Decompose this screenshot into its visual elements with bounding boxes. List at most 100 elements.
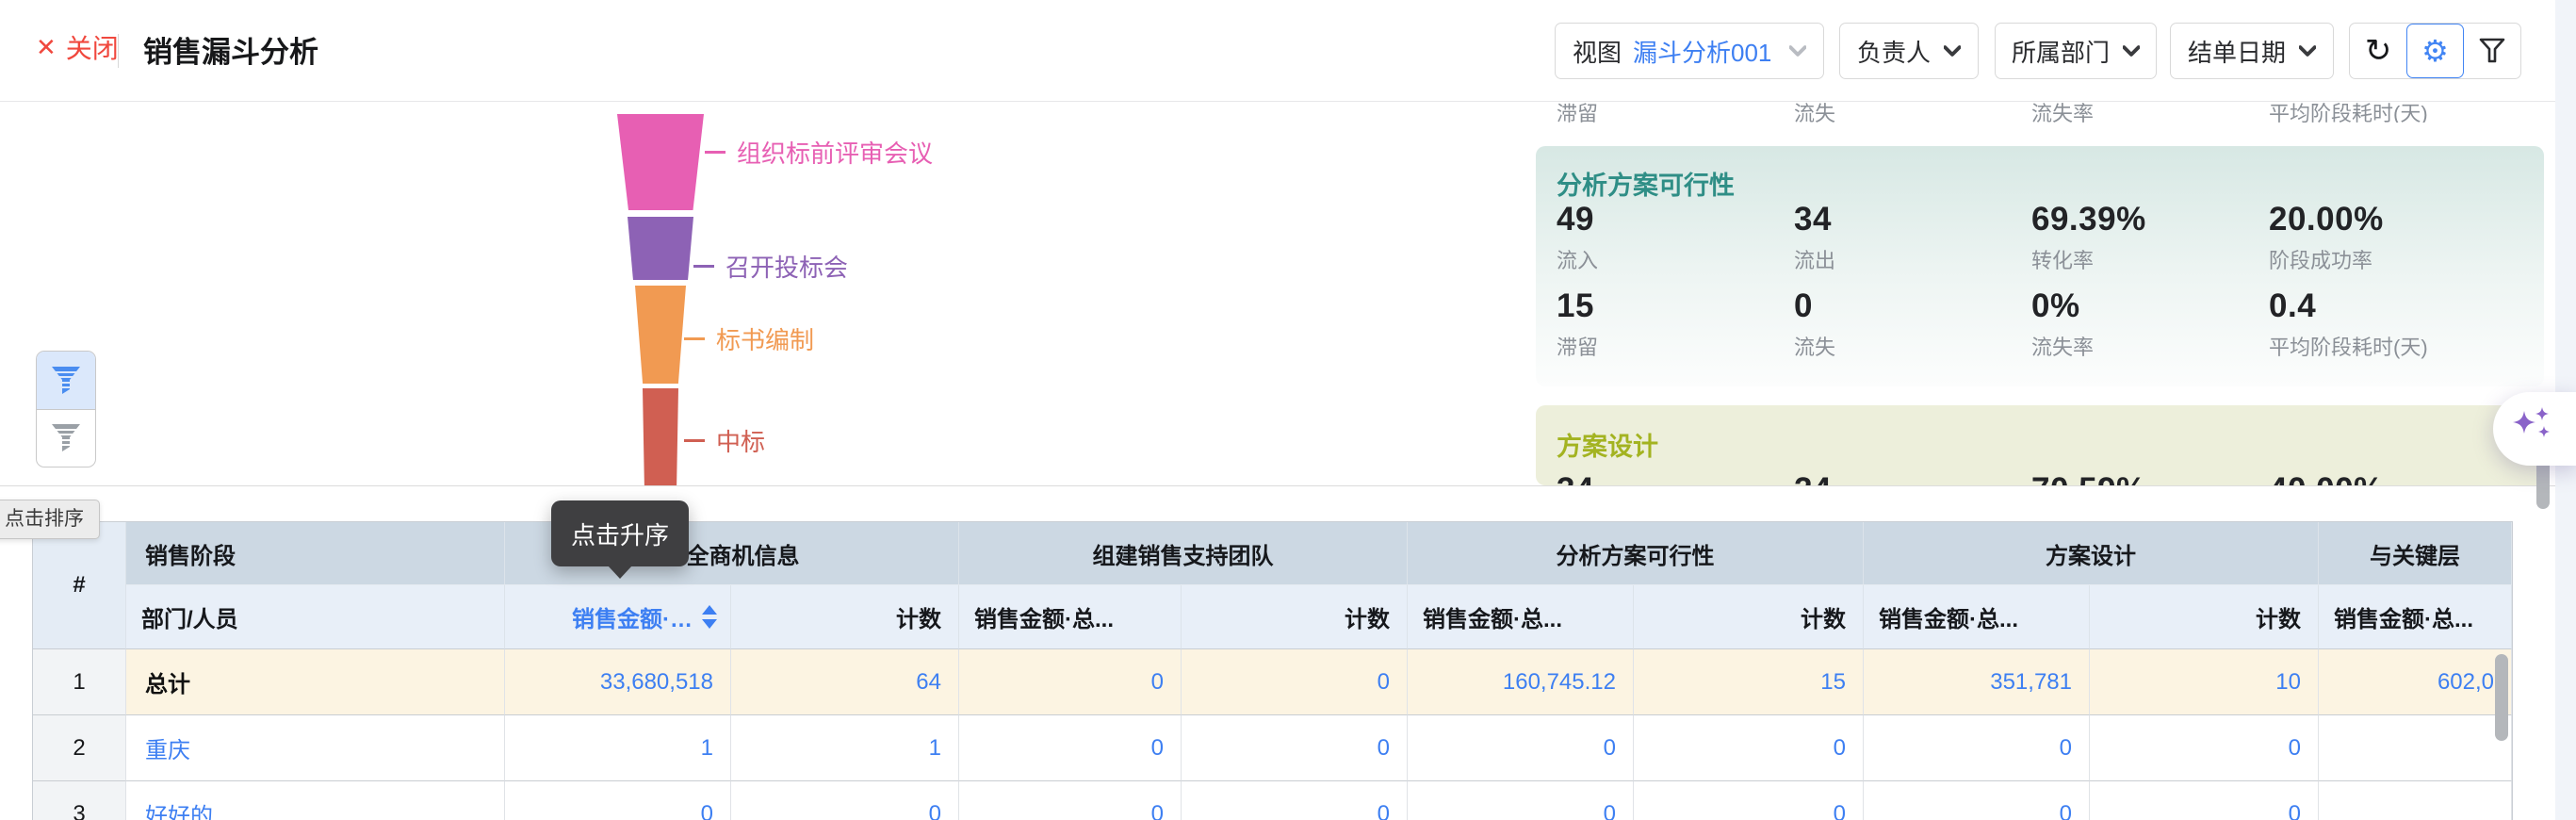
title-divider	[118, 34, 119, 68]
subheader-dept-person[interactable]: 部门/人员	[126, 585, 505, 649]
cell-value[interactable]	[2319, 781, 2512, 820]
subheader-sales-amount[interactable]: 销售金额·总...	[959, 585, 1182, 649]
cell-value[interactable]	[2319, 715, 2512, 781]
label-tick	[693, 265, 714, 268]
cell-value[interactable]: 0	[2090, 715, 2319, 781]
cell-value[interactable]: 33,680,518	[505, 649, 731, 715]
cell-value[interactable]: 0	[1864, 715, 2090, 781]
ai-assistant-button[interactable]	[2493, 392, 2576, 466]
row-index: 2	[33, 715, 126, 781]
group-header-stage-3: 分析方案可行性	[1408, 522, 1864, 585]
cell-value[interactable]: 160,745.12	[1408, 649, 1634, 715]
funnel-stage-label: 标书编制	[684, 321, 814, 356]
label-tick	[705, 151, 726, 154]
stat-label: 流失	[1794, 102, 2031, 123]
funnel-pivot-table: # 销售阶段 补全商机信息 组建销售支持团队 分析方案可行性 方案设计 与关键层…	[32, 521, 2513, 820]
cell-value[interactable]: 351,781	[1864, 649, 2090, 715]
funnel-stage-segment-1[interactable]	[617, 114, 704, 210]
top-header-bar: ✕ 关闭 销售漏斗分析 视图 漏斗分析001 负责人 所属部门 结单日期 ↻	[0, 0, 2555, 102]
cell-value[interactable]: 0	[505, 781, 731, 820]
cell-value[interactable]: 0	[959, 715, 1182, 781]
label-tick	[684, 439, 705, 442]
cell-value[interactable]: 64	[731, 649, 959, 715]
toolbar-icon-group: ↻ ⚙	[2349, 23, 2521, 79]
stat-value: 34	[1794, 201, 2031, 238]
subheader-count[interactable]: 计数	[2090, 585, 2319, 649]
funnel-stage-segment-4[interactable]	[643, 388, 678, 486]
table-scrollbar-thumb[interactable]	[2495, 654, 2508, 741]
funnel-stage-segment-2[interactable]	[628, 217, 693, 280]
cell-value[interactable]: 15	[1634, 649, 1864, 715]
filter-button[interactable]	[2464, 24, 2520, 78]
funnel-stage-label: 组织标前评审会议	[705, 135, 933, 170]
stage-card-title: 分析方案可行性	[1557, 165, 1735, 202]
row-name-link[interactable]: 好好的	[126, 781, 505, 820]
subheader-sales-amount[interactable]: 销售金额·总...	[2319, 585, 2512, 649]
cell-value[interactable]: 0	[1408, 781, 1634, 820]
stat-label: 阶段成功率	[2269, 244, 2514, 274]
subheader-count[interactable]: 计数	[1634, 585, 1864, 649]
stat-label: 滞留	[1557, 331, 1794, 361]
row-index-column-header: #	[33, 522, 126, 649]
cell-value[interactable]: 10	[2090, 649, 2319, 715]
funnel-stage-segment-3[interactable]	[635, 286, 686, 384]
cell-value[interactable]: 0	[1182, 715, 1408, 781]
cell-value[interactable]: 0	[2090, 781, 2319, 820]
stat-label: 平均阶段耗时(天)	[2269, 331, 2514, 361]
gear-icon: ⚙	[2421, 36, 2449, 66]
cell-value[interactable]: 0	[1182, 649, 1408, 715]
stat-value-clipped: 40.00%	[2269, 471, 2514, 485]
group-header-stage-5-clipped: 与关键层	[2319, 522, 2512, 585]
cell-value[interactable]: 0	[959, 781, 1182, 820]
view-selector[interactable]: 视图 漏斗分析001	[1555, 23, 1824, 79]
group-header-sales-stage: 销售阶段	[126, 522, 505, 585]
stat-value: 20.00%	[2269, 201, 2514, 238]
close-date-filter-dropdown[interactable]: 结单日期	[2170, 23, 2334, 79]
cell-value[interactable]: 0	[1408, 715, 1634, 781]
subheader-sales-amount[interactable]: 销售金额·总...	[1864, 585, 2090, 649]
cell-value[interactable]: 0	[1864, 781, 2090, 820]
view-value: 漏斗分析001	[1633, 34, 1771, 69]
cell-value[interactable]: 0	[731, 781, 959, 820]
subheader-count[interactable]: 计数	[731, 585, 959, 649]
settings-button[interactable]: ⚙	[2406, 24, 2463, 78]
sort-arrows-icon[interactable]	[702, 605, 717, 629]
ascending-sort-tooltip: 点击升序	[551, 500, 689, 566]
stat-label: 流入	[1557, 244, 1794, 274]
funnel-view-button-inactive[interactable]	[37, 409, 95, 467]
close-icon: ✕	[36, 35, 57, 59]
close-button[interactable]: ✕ 关闭	[36, 28, 119, 66]
stat-value: 0.4	[2269, 287, 2514, 325]
sort-hint-tooltip: 点击排序	[0, 500, 100, 539]
stat-value-clipped: 34	[1557, 471, 1794, 485]
stat-label: 滞留	[1557, 102, 1794, 123]
row-index: 3	[33, 781, 126, 820]
cell-value-clipped[interactable]: 602,0	[2319, 649, 2512, 715]
funnel-view-toggle	[36, 351, 96, 467]
chevron-down-icon	[2123, 45, 2140, 57]
stat-value: 0	[1794, 287, 2031, 325]
sales-funnel-analysis-screen: 组织标前评审会议 召开投标会 标书编制 中标 滞留	[0, 0, 2576, 820]
cell-value[interactable]: 1	[731, 715, 959, 781]
row-name-link[interactable]: 重庆	[126, 715, 505, 781]
owner-filter-dropdown[interactable]: 负责人	[1839, 23, 1979, 79]
stat-label: 流失率	[2031, 331, 2269, 361]
row-index: 1	[33, 649, 126, 715]
group-header-stage-4: 方案设计	[1864, 522, 2319, 585]
cell-value[interactable]: 0	[1182, 781, 1408, 820]
cell-value[interactable]: 0	[959, 649, 1182, 715]
subheader-sales-amount-sorted[interactable]: 销售金额·…	[505, 585, 731, 649]
stage-card-design: 方案设计 34 24 70.59% 40.00%	[1536, 405, 2544, 485]
subheader-sales-amount[interactable]: 销售金额·总...	[1408, 585, 1634, 649]
cell-value[interactable]: 0	[1634, 781, 1864, 820]
refresh-button[interactable]: ↻	[2350, 24, 2406, 78]
stat-value: 49	[1557, 201, 1794, 238]
cell-value[interactable]: 1	[505, 715, 731, 781]
subheader-count[interactable]: 计数	[1182, 585, 1408, 649]
stage-card-feasibility: 分析方案可行性 49 34 69.39% 20.00% 流入 流出 转化率 阶段…	[1536, 146, 2544, 386]
cell-value[interactable]: 0	[1634, 715, 1864, 781]
department-filter-dropdown[interactable]: 所属部门	[1995, 23, 2157, 79]
view-label: 视图	[1573, 34, 1622, 69]
funnel-view-button-active[interactable]	[37, 352, 95, 409]
filter-icon	[2478, 37, 2506, 65]
